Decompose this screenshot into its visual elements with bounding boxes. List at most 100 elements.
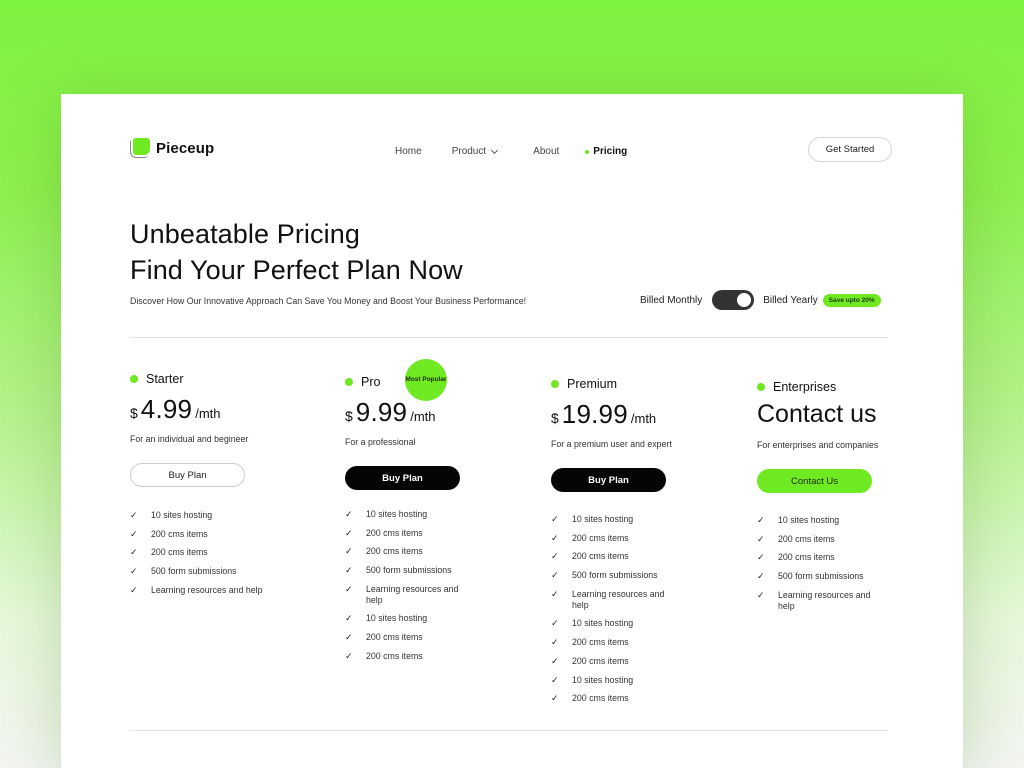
billed-monthly-label[interactable]: Billed Monthly — [640, 295, 702, 306]
nav-home-label: Home — [395, 146, 422, 157]
nav-pricing[interactable]: Pricing — [585, 146, 627, 157]
feature-text: 10 sites hosting — [572, 514, 634, 524]
price-currency: $ — [130, 405, 138, 421]
feature-text: 500 form submissions — [778, 571, 864, 582]
check-icon: ✓ — [551, 618, 559, 629]
billing-toggle-group: Billed Monthly Billed Yearly Save upto 2… — [640, 290, 881, 310]
plan-price: $19.99/mth — [551, 399, 741, 430]
plan-description: For a professional — [345, 437, 416, 447]
plan-name: Premium — [567, 377, 618, 391]
check-icon: ✓ — [757, 533, 765, 544]
price-currency: $ — [345, 408, 353, 424]
brand-logo[interactable]: Pieceup — [130, 138, 214, 158]
feature-item: ✓ 500 form submissions — [551, 570, 741, 581]
feature-item: ✓ 200 cms items — [757, 552, 947, 563]
price-amount: 4.99 — [140, 394, 193, 424]
contact-us-button[interactable]: Contact Us — [757, 469, 872, 493]
plan-description: For enterprises and companies — [757, 440, 879, 450]
logo-icon — [130, 138, 150, 158]
feature-item: ✓ 200 cms items — [551, 533, 741, 544]
price-amount: 19.99 — [561, 399, 628, 429]
billed-yearly-label[interactable]: Billed Yearly — [763, 295, 817, 306]
check-icon: ✓ — [130, 566, 138, 577]
chevron-down-icon — [491, 146, 499, 154]
feature-item: ✓ Learning resources and help — [551, 589, 741, 611]
pricing-page-card: Pieceup Home Product About Pricing Get S… — [61, 94, 963, 768]
plan-card-starter: Starter $4.99/mth For an individual and … — [130, 372, 320, 603]
divider-bottom — [130, 730, 887, 731]
check-icon: ✓ — [551, 655, 559, 666]
feature-item: ✓ Learning resources and help — [757, 590, 947, 612]
plan-card-pro: Most Popular Pro $9.99/mth For a profess… — [345, 359, 535, 670]
feature-text: 200 cms items — [572, 551, 629, 562]
plan-description: For a premium user and expert — [551, 439, 672, 449]
feature-item: ✓ 10 sites hosting — [130, 510, 320, 521]
feature-list: ✓ 10 sites hosting ✓ 200 cms items ✓ 200 cms … — [757, 515, 947, 612]
feature-item: ✓ 200 cms items — [345, 546, 535, 557]
nav-pricing-label: Pricing — [593, 146, 628, 157]
buy-plan-button-starter[interactable]: Buy Plan — [130, 463, 245, 487]
feature-text: 500 form submissions — [151, 566, 237, 577]
feature-item: ✓ 200 cms items — [757, 534, 947, 545]
feature-item: ✓ Learning resources and help — [345, 584, 535, 606]
price-amount: 9.99 — [355, 397, 408, 427]
feature-item: ✓ 500 form submissions — [345, 565, 535, 576]
price-period: /mth — [410, 409, 436, 424]
check-icon: ✓ — [130, 547, 138, 558]
plan-name: Pro — [361, 375, 381, 389]
get-started-button[interactable]: Get Started — [808, 137, 892, 162]
feature-item: ✓ 500 form submissions — [757, 571, 947, 582]
nav-about-label: About — [533, 146, 560, 157]
feature-text: 10 sites hosting — [572, 674, 634, 685]
plan-header: Starter — [130, 372, 320, 386]
plan-price: $4.99/mth — [130, 394, 320, 425]
feature-item: ✓ 10 sites hosting — [757, 515, 947, 526]
feature-item: ✓ 10 sites hosting — [551, 514, 741, 525]
feature-item: ✓ Learning resources and help — [130, 585, 320, 596]
feature-text: 500 form submissions — [366, 565, 452, 576]
check-icon: ✓ — [345, 527, 353, 538]
plan-header: Enterprises — [757, 380, 947, 394]
check-icon: ✓ — [345, 546, 353, 557]
buy-plan-button-premium[interactable]: Buy Plan — [551, 468, 666, 492]
feature-text: 10 sites hosting — [366, 613, 428, 624]
feature-text: 10 sites hosting — [366, 509, 428, 519]
brand-name: Pieceup — [156, 139, 215, 157]
feature-text: 200 cms items — [572, 693, 629, 704]
feature-text: 200 cms items — [572, 532, 629, 543]
feature-text: 10 sites hosting — [778, 515, 840, 525]
check-icon: ✓ — [345, 650, 353, 661]
buy-plan-button-pro[interactable]: Buy Plan — [345, 466, 460, 490]
check-icon: ✓ — [757, 589, 765, 600]
most-popular-badge: Most Popular — [405, 359, 447, 401]
plan-description: For an individual and begineer — [130, 434, 249, 444]
main-nav: Home Product About Pricing — [395, 146, 627, 157]
plan-card-enterprises: Enterprises Contact us For enterprises a… — [757, 380, 947, 619]
feature-text: 200 cms items — [366, 632, 423, 643]
check-icon: ✓ — [130, 584, 138, 595]
check-icon: ✓ — [757, 552, 765, 563]
plan-dot-icon — [130, 375, 138, 383]
check-icon: ✓ — [757, 571, 765, 582]
feature-item: ✓ 200 cms items — [130, 529, 320, 540]
price-currency: $ — [551, 410, 559, 426]
page-subtitle: Discover How Our Innovative Approach Can… — [130, 296, 527, 306]
feature-list: ✓ 10 sites hosting ✓ 200 cms items ✓ 200 cms … — [551, 514, 741, 704]
price-period: /mth — [630, 411, 657, 426]
check-icon: ✓ — [130, 528, 138, 539]
feature-text: Learning resources and help — [366, 583, 459, 605]
check-icon: ✓ — [345, 509, 353, 519]
billing-toggle[interactable] — [712, 290, 755, 310]
nav-product[interactable]: Product — [452, 146, 499, 157]
plan-headline: Contact us — [757, 400, 877, 428]
check-icon: ✓ — [551, 693, 559, 704]
plan-dot-icon — [757, 383, 765, 391]
feature-text: 200 cms items — [151, 528, 208, 539]
check-icon: ✓ — [551, 514, 559, 524]
feature-text: Learning resources and help — [151, 584, 263, 595]
plan-dot-icon — [345, 378, 353, 386]
nav-about[interactable]: About — [533, 146, 559, 157]
title-line-1: Unbeatable Pricing — [130, 219, 360, 249]
feature-item: ✓ 500 form submissions — [130, 566, 320, 577]
nav-home[interactable]: Home — [395, 146, 422, 157]
